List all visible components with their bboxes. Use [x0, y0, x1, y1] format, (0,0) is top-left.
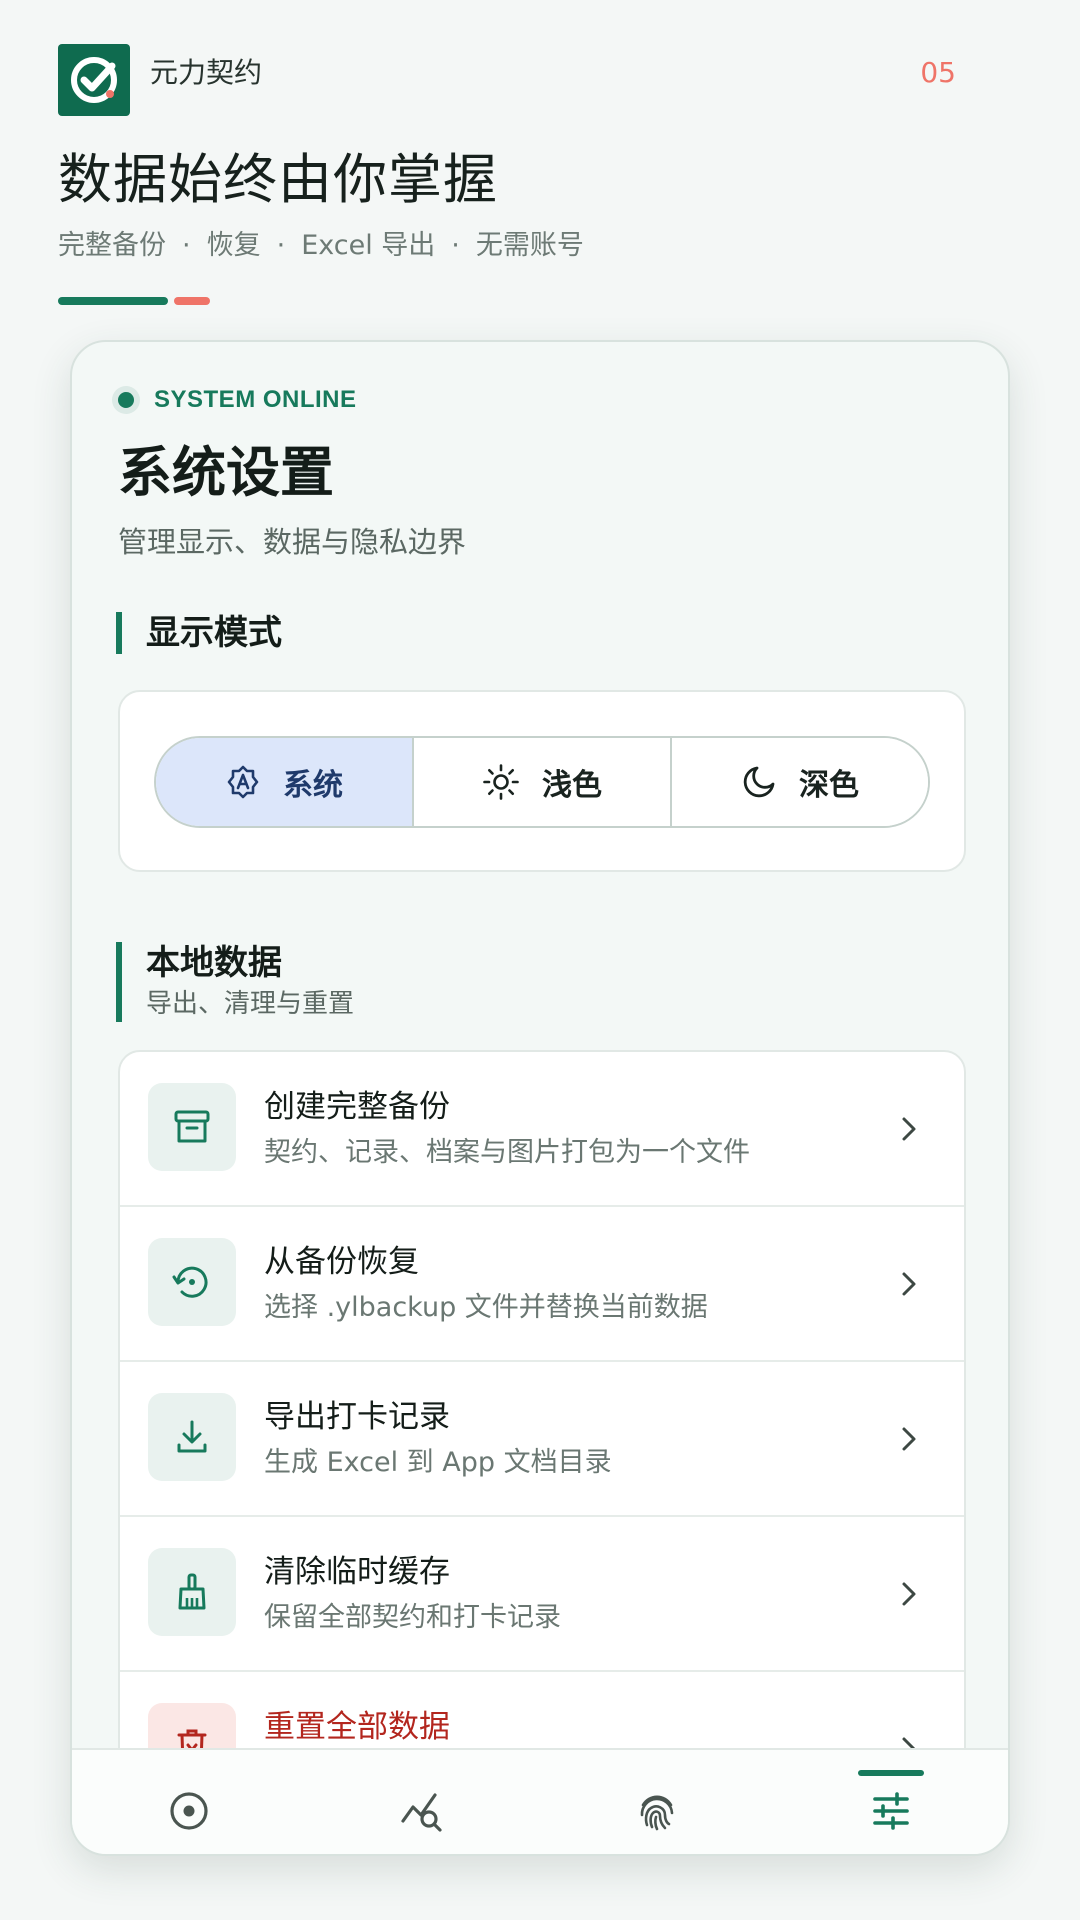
broom-icon — [148, 1548, 236, 1636]
theme-segmented-control: 系统 浅色 深色 — [154, 736, 930, 828]
tagline-item: 完整备份 — [58, 230, 166, 261]
theme-option-label: 浅色 — [542, 768, 602, 803]
fingerprint-icon — [635, 1789, 679, 1833]
check-logo-icon — [71, 57, 117, 103]
nav-checkin-tab[interactable] — [540, 1750, 774, 1854]
item-title: 清除临时缓存 — [264, 1554, 450, 1590]
sliders-icon — [869, 1789, 913, 1833]
create-backup-item[interactable]: 创建完整备份 契约、记录、档案与图片打包为一个文件 — [120, 1052, 964, 1207]
item-desc: 生成 Excel 到 App 文档目录 — [264, 1447, 612, 1478]
app-logo — [58, 44, 130, 116]
section-display-mode: 显示模式 — [116, 612, 282, 654]
headline: 数据始终由你掌握 — [58, 148, 498, 211]
chevron-right-icon — [894, 1267, 924, 1301]
moon-icon — [741, 764, 777, 800]
settings-screen: SYSTEM ONLINE 系统设置 管理显示、数据与隐私边界 显示模式 系统 — [72, 342, 1008, 1854]
accent-bar-secondary — [174, 297, 210, 305]
export-checkin-item[interactable]: 导出打卡记录 生成 Excel 到 App 文档目录 — [120, 1362, 964, 1517]
active-tab-indicator — [858, 1770, 924, 1776]
section-desc: 导出、清理与重置 — [146, 989, 355, 1019]
status-text: SYSTEM ONLINE — [154, 386, 357, 413]
bottom-nav — [72, 1748, 1008, 1854]
sun-icon — [482, 763, 520, 801]
theme-option-light[interactable]: 浅色 — [414, 738, 672, 826]
theme-option-label: 系统 — [283, 768, 343, 803]
item-desc: 契约、记录、档案与图片打包为一个文件 — [264, 1137, 750, 1168]
tagline-item: Excel 导出 — [301, 230, 436, 261]
app-name: 元力契约 — [150, 56, 263, 89]
theme-option-label: 深色 — [799, 768, 859, 803]
nav-settings-tab[interactable] — [774, 1750, 1008, 1854]
system-status: SYSTEM ONLINE — [118, 386, 357, 414]
item-desc: 选择 .ylbackup 文件并替换当前数据 — [264, 1292, 708, 1323]
target-icon — [167, 1789, 211, 1833]
page-number: 05 — [920, 56, 956, 89]
restore-backup-item[interactable]: 从备份恢复 选择 .ylbackup 文件并替换当前数据 — [120, 1207, 964, 1362]
accent-bar — [58, 297, 168, 305]
item-title: 从备份恢复 — [264, 1244, 419, 1280]
item-desc: 保留全部契约和打卡记录 — [264, 1602, 561, 1633]
section-local-data: 本地数据 导出、清理与重置 — [116, 942, 354, 1022]
clear-cache-item[interactable]: 清除临时缓存 保留全部契约和打卡记录 — [120, 1517, 964, 1672]
tagline-item: 恢复 — [206, 230, 261, 261]
archive-icon — [148, 1083, 236, 1171]
tagline-item: 无需账号 — [475, 230, 584, 261]
item-title: 创建完整备份 — [264, 1089, 450, 1125]
tagline-separator: · — [276, 230, 286, 261]
chevron-right-icon — [894, 1577, 924, 1611]
chevron-right-icon — [894, 1422, 924, 1456]
tagline-separator: · — [451, 230, 460, 261]
item-title: 重置全部数据 — [264, 1709, 450, 1745]
restore-icon — [148, 1238, 236, 1326]
local-data-list: 创建完整备份 契约、记录、档案与图片打包为一个文件 从备份恢复 选择 .ylba… — [118, 1050, 966, 1829]
item-title: 导出打卡记录 — [264, 1399, 450, 1435]
auto-theme-icon — [225, 764, 261, 800]
chevron-right-icon — [894, 1112, 924, 1146]
chart-search-icon — [399, 1789, 447, 1833]
page-title: 系统设置 — [118, 441, 334, 504]
download-icon — [148, 1393, 236, 1481]
section-title: 本地数据 — [146, 943, 282, 983]
page-subtitle: 管理显示、数据与隐私边界 — [118, 525, 467, 559]
nav-home-tab[interactable] — [72, 1750, 306, 1854]
section-title: 显示模式 — [146, 613, 282, 653]
tagline-separator: · — [182, 230, 191, 261]
display-mode-card: 系统 浅色 深色 — [118, 690, 966, 872]
theme-option-system[interactable]: 系统 — [156, 738, 414, 826]
tagline: 完整备份 · 恢复 · Excel 导出 · 无需账号 — [58, 228, 584, 264]
theme-option-dark[interactable]: 深色 — [672, 738, 928, 826]
nav-stats-tab[interactable] — [306, 1750, 540, 1854]
status-dot — [118, 392, 134, 408]
phone-frame: SYSTEM ONLINE 系统设置 管理显示、数据与隐私边界 显示模式 系统 — [70, 340, 1010, 1856]
